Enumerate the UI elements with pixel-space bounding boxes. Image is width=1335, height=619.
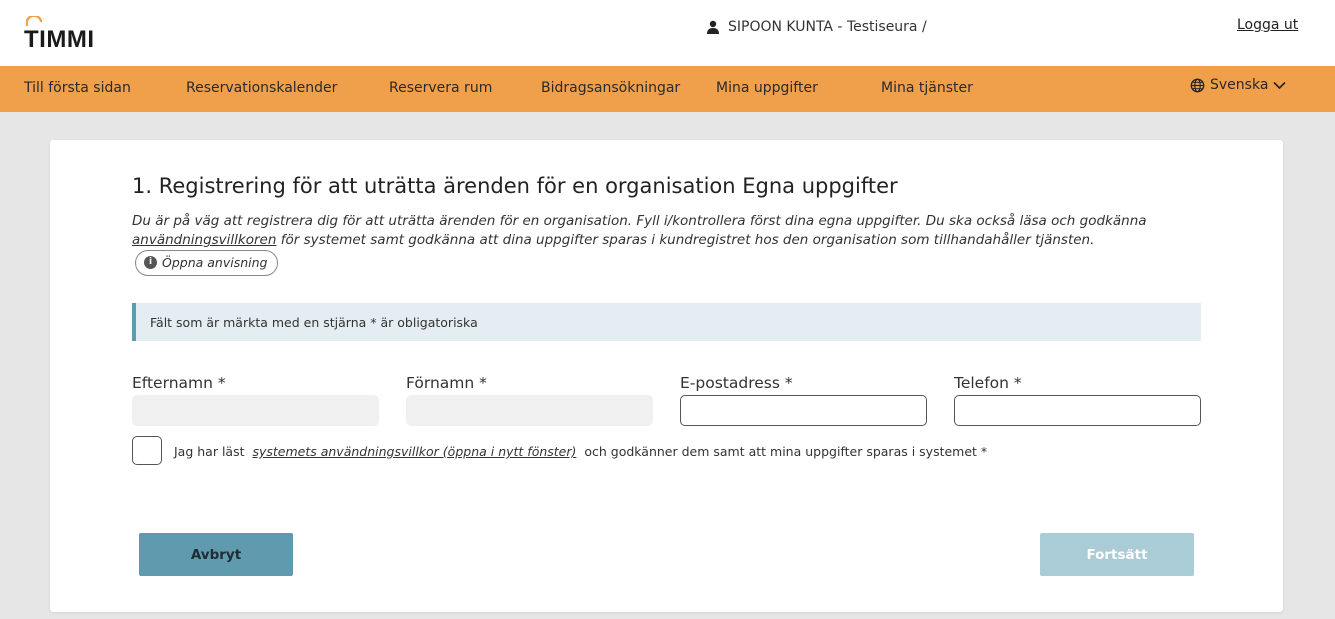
user-icon: [707, 20, 719, 34]
page-title: 1. Registrering för att uträtta ärenden …: [132, 174, 898, 198]
intro-text-part1: Du är på väg att registrera dig för att …: [132, 213, 1147, 229]
terms-of-use-link[interactable]: systemets användningsvillkor (öppna i ny…: [252, 444, 576, 459]
open-instructions-button[interactable]: i Öppna anvisning: [135, 250, 279, 276]
logo-text: TIMMI: [24, 26, 95, 53]
nav-item-reserve-room[interactable]: Reservera rum: [389, 80, 492, 96]
first-name-field: [406, 395, 653, 426]
nav-item-grant-applications[interactable]: Bidragsansökningar: [541, 80, 680, 96]
chevron-down-icon: [1273, 81, 1286, 89]
first-name-label: Förnamn *: [406, 374, 487, 392]
cancel-button[interactable]: Avbryt: [139, 533, 293, 576]
timmi-logo[interactable]: TIMMI: [24, 16, 95, 54]
nav-item-my-details[interactable]: Mina uppgifter: [716, 80, 818, 96]
nav-item-my-services[interactable]: Mina tjänster: [881, 80, 973, 96]
intro-text: Du är på väg att registrera dig för att …: [132, 212, 1212, 276]
user-label: SIPOON KUNTA - Testiseura /: [728, 19, 927, 35]
terms-link[interactable]: användningsvillkoren: [132, 232, 276, 248]
language-label: Svenska: [1210, 77, 1269, 93]
required-fields-notice: Fält som är märkta med en stjärna * är o…: [132, 303, 1201, 341]
globe-icon: [1190, 78, 1205, 92]
language-selector[interactable]: Svenska: [1190, 77, 1286, 93]
consent-text: Jag har läst systemets användningsvillko…: [174, 444, 987, 459]
phone-label: Telefon *: [954, 374, 1022, 392]
registration-card: 1. Registrering för att uträtta ärenden …: [50, 140, 1283, 612]
intro-text-part2: för systemet samt godkänna att dina uppg…: [276, 232, 1095, 248]
logout-link[interactable]: Logga ut: [1237, 17, 1298, 33]
consent-checkbox[interactable]: [132, 436, 162, 465]
consent-prefix: Jag har läst: [174, 444, 245, 459]
open-instructions-label: Öppna anvisning: [162, 255, 268, 270]
top-bar: TIMMI SIPOON KUNTA - Testiseura / Logga …: [0, 0, 1335, 66]
user-info: SIPOON KUNTA - Testiseura /: [706, 19, 927, 35]
nav-item-reservation-calendar[interactable]: Reservationskalender: [186, 80, 337, 96]
logo-arc-icon: [26, 16, 42, 26]
nav-item-home[interactable]: Till första sidan: [24, 80, 131, 96]
info-icon: i: [144, 256, 157, 269]
last-name-label: Efternamn *: [132, 374, 226, 392]
last-name-field: [132, 395, 379, 426]
continue-button: Fortsätt: [1040, 533, 1194, 576]
phone-field[interactable]: [954, 395, 1201, 426]
required-notice-text: Fält som är märkta med en stjärna * är o…: [150, 315, 478, 330]
main-nav: Till första sidan Reservationskalender R…: [0, 66, 1335, 112]
email-label: E-postadress *: [680, 374, 793, 392]
email-field[interactable]: [680, 395, 927, 426]
consent-suffix: och godkänner dem samt att mina uppgifte…: [584, 444, 988, 459]
